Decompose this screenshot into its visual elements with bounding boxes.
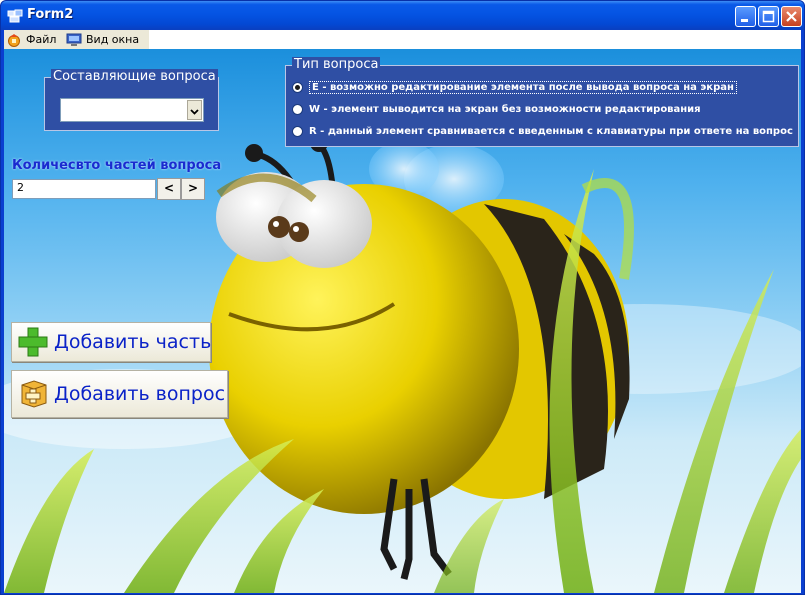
question-type-option-e[interactable]: E - возможно редактирование элемента пос… xyxy=(292,78,737,96)
question-type-option-w[interactable]: W - элемент выводится на экран без возмо… xyxy=(292,100,701,118)
parts-count-label: Количесвто частей вопроса xyxy=(12,158,222,173)
menu-file[interactable]: Файл xyxy=(6,30,56,49)
parts-next-button[interactable]: > xyxy=(181,178,205,200)
close-button[interactable] xyxy=(781,6,802,27)
close-icon xyxy=(786,11,797,22)
add-part-button[interactable]: Добавить часть xyxy=(11,322,211,362)
add-question-button-label: Добавить вопрос xyxy=(54,383,226,405)
maximize-button[interactable] xyxy=(758,6,779,27)
app-window: Form2 Файл Вид окна Составляющие вопроса… xyxy=(0,0,805,595)
parts-prev-button[interactable]: < xyxy=(157,178,181,200)
window-title: Form2 xyxy=(27,7,74,22)
question-type-groupbox: Тип вопроса E - возможно редактирование … xyxy=(285,57,799,147)
add-part-button-label: Добавить часть xyxy=(54,331,212,353)
plus-icon xyxy=(18,327,48,357)
components-combobox-value xyxy=(61,104,64,117)
question-type-groupbox-title: Тип вопроса xyxy=(292,57,381,72)
file-menu-icon xyxy=(8,33,20,47)
chevron-down-icon xyxy=(190,109,199,115)
app-icon xyxy=(7,9,23,23)
title-bar[interactable]: Form2 xyxy=(1,1,804,30)
question-type-option-e-label: E - возможно редактирование элемента пос… xyxy=(309,80,737,94)
form-client-area: Составляющие вопроса Тип вопроса E - воз… xyxy=(4,49,801,593)
parts-count-input[interactable]: 2 xyxy=(12,179,156,199)
minimize-button[interactable] xyxy=(735,6,756,27)
add-question-button[interactable]: Добавить вопрос xyxy=(11,370,228,418)
radio-unchecked-icon[interactable] xyxy=(292,125,303,137)
question-type-option-r-label: R - данный элемент сравнивается с введен… xyxy=(309,125,793,137)
menu-view-label: Вид окна xyxy=(86,33,140,46)
menu-view[interactable]: Вид окна xyxy=(66,30,139,49)
menu-bar: Файл Вид окна xyxy=(4,30,801,49)
add-document-icon xyxy=(21,380,47,408)
monitor-icon xyxy=(66,33,82,46)
radio-checked-icon[interactable] xyxy=(292,81,303,93)
question-type-option-r[interactable]: R - данный элемент сравнивается с введен… xyxy=(292,122,793,140)
maximize-icon xyxy=(762,10,775,23)
menu-bar-filler xyxy=(149,30,801,49)
combobox-dropdown-button[interactable] xyxy=(187,100,202,120)
components-combobox[interactable] xyxy=(60,98,204,122)
question-type-option-w-label: W - элемент выводится на экран без возмо… xyxy=(309,103,701,115)
menu-file-label: Файл xyxy=(26,33,57,46)
components-groupbox: Составляющие вопроса xyxy=(44,69,219,131)
minimize-icon xyxy=(741,19,748,22)
components-groupbox-title: Составляющие вопроса xyxy=(51,69,218,84)
radio-unchecked-icon[interactable] xyxy=(292,103,303,115)
